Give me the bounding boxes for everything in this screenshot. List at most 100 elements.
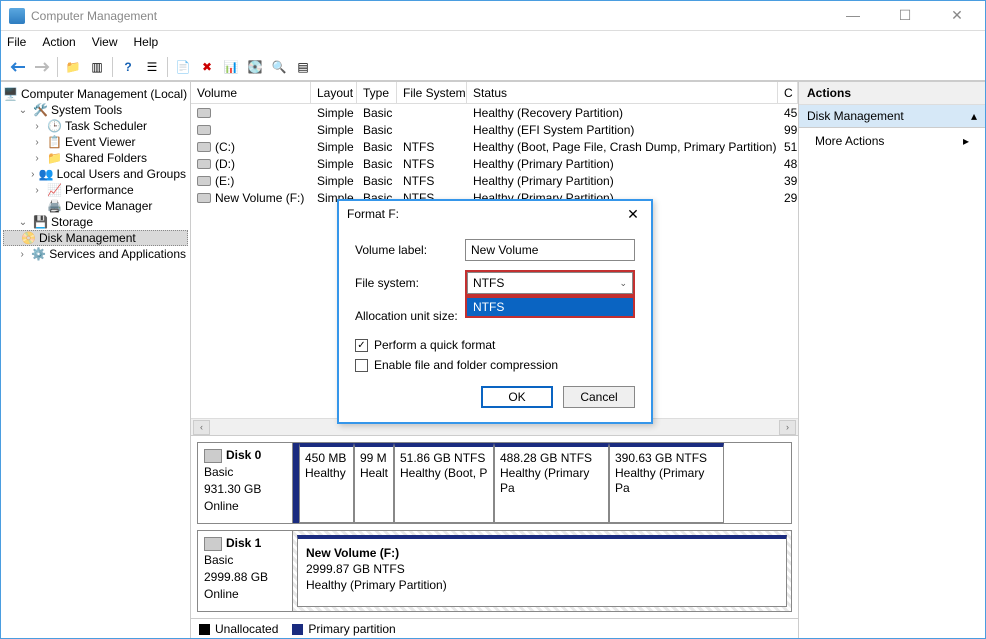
filesystem-select[interactable]: NTFS⌄ NTFS — [465, 270, 635, 296]
gear-icon: ⚙️ — [31, 247, 45, 261]
tree-shared-folders[interactable]: ›📁Shared Folders — [3, 150, 188, 166]
volume-row[interactable]: (C:)SimpleBasicNTFSHealthy (Boot, Page F… — [191, 138, 798, 155]
console-tree[interactable]: 🖥️Computer Management (Local) ⌄🛠️System … — [1, 82, 191, 638]
collapse-icon[interactable]: ⌄ — [17, 217, 29, 228]
pane-icon: ▥ — [91, 60, 102, 74]
expand-icon[interactable]: › — [17, 249, 27, 260]
dialog-close-button[interactable]: ✕ — [623, 206, 643, 223]
volume-row[interactable]: (D:)SimpleBasicNTFSHealthy (Primary Part… — [191, 155, 798, 172]
disk0-partition[interactable]: 390.63 GB NTFSHealthy (Primary Pa — [609, 443, 724, 523]
compression-checkbox[interactable]: Enable file and folder compression — [355, 358, 635, 372]
disk0-block[interactable]: Disk 0 Basic 931.30 GB Online 450 MBHeal… — [197, 442, 792, 524]
filesystem-dropdown[interactable]: NTFS — [465, 296, 635, 318]
col-layout[interactable]: Layout — [311, 82, 357, 103]
col-status[interactable]: Status — [467, 82, 778, 103]
chevron-right-icon: ▸ — [963, 134, 969, 148]
delete-button[interactable]: ✖ — [196, 56, 218, 78]
col-volume[interactable]: Volume — [191, 82, 311, 103]
label-volume: Volume label: — [355, 243, 465, 257]
label-filesystem: File system: — [355, 276, 465, 290]
menu-file[interactable]: File — [7, 35, 26, 49]
expand-icon[interactable]: › — [31, 137, 43, 148]
help-button[interactable]: ? — [117, 56, 139, 78]
tree-root[interactable]: 🖥️Computer Management (Local) — [3, 86, 188, 102]
list-icon: ▤ — [297, 60, 308, 74]
tree-services[interactable]: ›⚙️Services and Applications — [3, 246, 188, 262]
disk0-partition[interactable]: 99 MHealt — [354, 443, 394, 523]
col-type[interactable]: Type — [357, 82, 397, 103]
properties-icon: ☰ — [147, 60, 158, 74]
actions-more[interactable]: More Actions ▸ — [799, 128, 985, 154]
tree-local-users[interactable]: ›👥Local Users and Groups — [3, 166, 188, 182]
disk0-partition[interactable]: 450 MBHealthy — [299, 443, 354, 523]
disk1-partitions: New Volume (F:) 2999.87 GB NTFS Healthy … — [293, 531, 791, 611]
volume-label-input[interactable] — [465, 239, 635, 261]
menu-action[interactable]: Action — [42, 35, 75, 49]
tree-disk-management[interactable]: 📀Disk Management — [3, 230, 188, 246]
rescan-button[interactable]: 💽 — [244, 56, 266, 78]
perf-icon: 📈 — [47, 183, 61, 197]
volume-list-header[interactable]: Volume Layout Type File System Status C — [191, 82, 798, 104]
volume-row[interactable]: SimpleBasicHealthy (Recovery Partition)4… — [191, 104, 798, 121]
disk1-partition[interactable]: New Volume (F:) 2999.87 GB NTFS Healthy … — [297, 535, 787, 607]
legend: Unallocated Primary partition — [191, 618, 798, 638]
analyze-button[interactable]: 📊 — [220, 56, 242, 78]
volume-row[interactable]: SimpleBasicHealthy (EFI System Partition… — [191, 121, 798, 138]
properties-button[interactable]: ☰ — [141, 56, 163, 78]
filesystem-option-ntfs[interactable]: NTFS — [467, 298, 633, 316]
diskmgmt-icon: 📀 — [21, 231, 35, 245]
maximize-button[interactable]: ☐ — [885, 7, 925, 24]
menu-help[interactable]: Help — [134, 35, 159, 49]
up-button[interactable]: 📁 — [62, 56, 84, 78]
cancel-button[interactable]: Cancel — [563, 386, 635, 408]
actions-header: Actions — [799, 82, 985, 105]
disk0-partition[interactable]: 51.86 GB NTFSHealthy (Boot, P — [394, 443, 494, 523]
menu-view[interactable]: View — [92, 35, 118, 49]
chart-icon: 📊 — [224, 60, 239, 74]
expand-icon[interactable]: › — [31, 153, 43, 164]
dialog-title: Format F: — [347, 207, 399, 221]
expand-icon[interactable]: › — [31, 185, 43, 196]
disk1-block[interactable]: Disk 1 Basic 2999.88 GB Online New Volum… — [197, 530, 792, 612]
volume-row[interactable]: (E:)SimpleBasicNTFSHealthy (Primary Part… — [191, 172, 798, 189]
toolbar: 📁 ▥ ? ☰ 📄 ✖ 📊 💽 🔍 ▤ — [1, 53, 985, 81]
refresh-button[interactable]: 📄 — [172, 56, 194, 78]
event-icon: 📋 — [47, 135, 61, 149]
expand-icon[interactable]: › — [31, 121, 43, 132]
back-button[interactable] — [7, 56, 29, 78]
close-button[interactable]: ✕ — [937, 7, 977, 24]
dialog-titlebar[interactable]: Format F: ✕ — [339, 201, 651, 227]
collapse-icon[interactable]: ⌄ — [17, 105, 29, 116]
forward-button[interactable] — [31, 56, 53, 78]
col-c[interactable]: C — [778, 82, 798, 103]
settings-button[interactable]: ▤ — [292, 56, 314, 78]
quick-format-checkbox[interactable]: ✓ Perform a quick format — [355, 338, 635, 352]
disk0-partition[interactable]: 488.28 GB NTFSHealthy (Primary Pa — [494, 443, 609, 523]
tree-task-scheduler[interactable]: ›🕒Task Scheduler — [3, 118, 188, 134]
scroll-right-icon[interactable]: › — [779, 420, 796, 435]
disk-map: Disk 0 Basic 931.30 GB Online 450 MBHeal… — [191, 435, 798, 618]
tree-device-manager[interactable]: 🖨️Device Manager — [3, 198, 188, 214]
tools-icon: 🛠️ — [33, 103, 47, 117]
search-icon: 🔍 — [272, 60, 287, 74]
tree-event-viewer[interactable]: ›📋Event Viewer — [3, 134, 188, 150]
ok-button[interactable]: OK — [481, 386, 553, 408]
expand-icon[interactable]: › — [31, 169, 35, 180]
search-button[interactable]: 🔍 — [268, 56, 290, 78]
scroll-left-icon[interactable]: ‹ — [193, 420, 210, 435]
tree-performance[interactable]: ›📈Performance — [3, 182, 188, 198]
window-title: Computer Management — [31, 9, 157, 23]
clock-icon: 🕒 — [47, 119, 61, 133]
users-icon: 👥 — [39, 167, 53, 181]
delete-icon: ✖ — [202, 60, 212, 74]
volume-list[interactable]: SimpleBasicHealthy (Recovery Partition)4… — [191, 104, 798, 206]
minimize-button[interactable]: — — [833, 7, 873, 24]
checkbox-checked-icon: ✓ — [355, 339, 368, 352]
tree-system-tools[interactable]: ⌄🛠️System Tools — [3, 102, 188, 118]
disk0-info: Disk 0 Basic 931.30 GB Online — [198, 443, 293, 523]
show-hide-tree-button[interactable]: ▥ — [86, 56, 108, 78]
col-filesystem[interactable]: File System — [397, 82, 467, 103]
tree-storage[interactable]: ⌄💾Storage — [3, 214, 188, 230]
actions-group[interactable]: Disk Management ▴ — [799, 105, 985, 128]
chevron-up-icon[interactable]: ▴ — [971, 109, 977, 123]
